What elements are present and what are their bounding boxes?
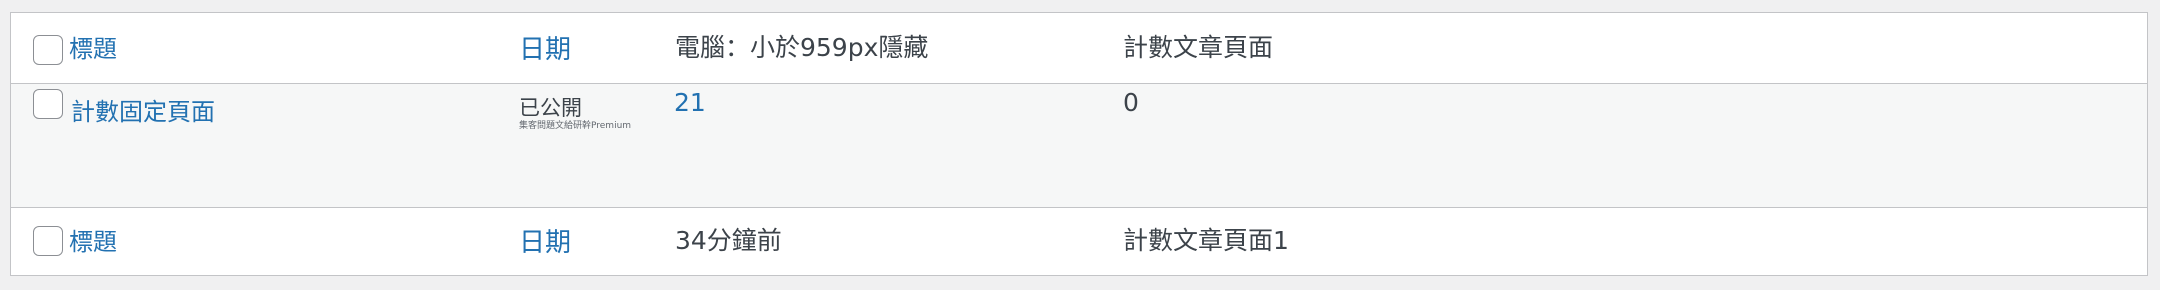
sort-by-title-link-footer[interactable]: 標題: [69, 222, 117, 257]
sort-by-title-link[interactable]: 標題: [69, 29, 117, 64]
column-header-count: 計數文章頁面: [1123, 33, 1274, 62]
table-row: 計數固定頁面 已公開 集客問題文給研幹Premium 21 0: [11, 84, 2147, 207]
post-title-link[interactable]: 計數固定頁面: [71, 92, 215, 127]
table-header-row: 標題 日期 電腦：小於959px隱藏 計數文章頁面: [11, 13, 2147, 84]
select-all-checkbox-footer[interactable]: [33, 226, 63, 256]
sort-by-date-link-footer[interactable]: 日期: [519, 222, 571, 259]
sort-by-date-link[interactable]: 日期: [519, 29, 571, 66]
column-footer-pc: 34分鐘前: [675, 226, 782, 255]
table-footer-row: 標題 日期 34分鐘前 計數文章頁面1: [11, 207, 2147, 275]
column-footer-count: 計數文章頁面1: [1123, 226, 1289, 255]
select-all-checkbox[interactable]: [33, 35, 63, 65]
count-value: 0: [1123, 88, 1139, 117]
post-status-note: 集客問題文給研幹Premium: [519, 121, 632, 131]
row-select-checkbox[interactable]: [33, 89, 63, 119]
pc-value-link[interactable]: 21: [674, 88, 706, 117]
posts-list-table: 標題 日期 電腦：小於959px隱藏 計數文章頁面 計數固定頁面 已公開 集客問…: [10, 12, 2148, 276]
column-header-pc: 電腦：小於959px隱藏: [675, 33, 929, 62]
